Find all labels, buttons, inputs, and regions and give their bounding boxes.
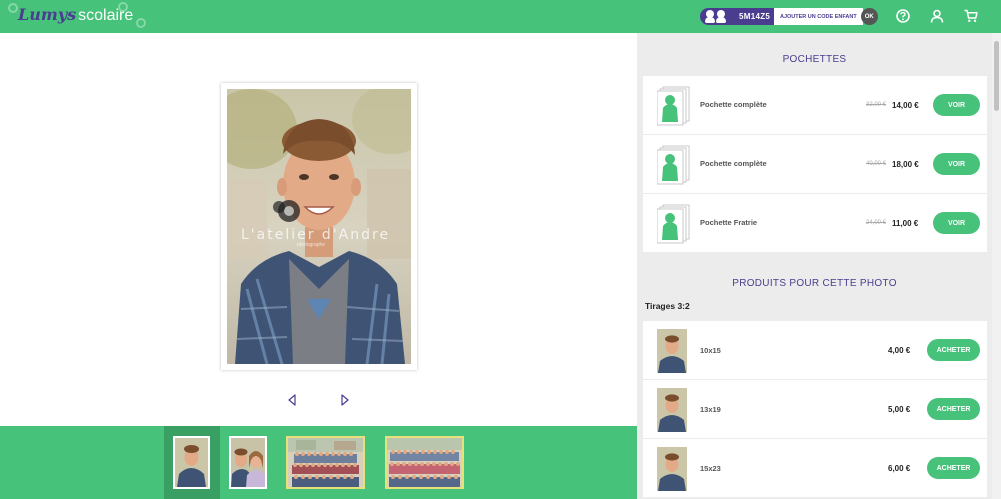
- pochette-card: Pochette Fratrie 24,00 € 11,00 € VOIR: [643, 194, 987, 252]
- pochette-label: Pochette complète: [700, 159, 767, 168]
- acheter-button[interactable]: ACHETER: [927, 339, 980, 361]
- lumys-logo[interactable]: Lumys scolaire: [18, 5, 133, 29]
- pochette-label: Pochette Fratrie: [700, 218, 758, 227]
- acheter-button[interactable]: ACHETER: [927, 457, 980, 479]
- ok-button[interactable]: OK: [860, 8, 878, 25]
- logo-sub: scolaire: [78, 7, 134, 24]
- pochette-card: Pochette complète 40,00 € 18,00 € VOIR: [643, 135, 987, 193]
- watermark-line1: L'atelier d'Andre: [241, 227, 391, 243]
- product-label: 15x23: [700, 464, 721, 473]
- price: 14,00 €: [892, 101, 919, 110]
- voir-button[interactable]: VOIR: [933, 153, 980, 175]
- product-label: 10x15: [700, 346, 721, 355]
- old-price: 32,00 €: [866, 102, 887, 108]
- product-card: 15x23 6,00 € ACHETER: [643, 439, 987, 497]
- logo-decoration: [8, 3, 18, 13]
- main-photo-frame: L'atelier d'Andre photographe: [221, 83, 417, 370]
- product-label: 13x19: [700, 405, 721, 414]
- watermark-line2: photographe: [297, 242, 326, 248]
- thumbnail-class-photo-1[interactable]: [286, 436, 365, 489]
- scrollbar-thumb[interactable]: [994, 41, 999, 111]
- children-icon: [705, 10, 729, 23]
- products-title: PRODUITS POUR CETTE PHOTO: [732, 278, 897, 289]
- price: 5,00 €: [888, 405, 911, 414]
- product-card: 10x15 4,00 € ACHETER: [643, 321, 987, 379]
- thumbnail-portrait-1[interactable]: [173, 436, 210, 489]
- product-thumbnail: [657, 388, 687, 432]
- help-icon[interactable]: [896, 9, 910, 23]
- logo-brand: Lumys: [18, 5, 77, 24]
- panel-scrollbar[interactable]: [992, 33, 1001, 499]
- child-code: 5M14Z5: [739, 12, 771, 21]
- top-header: Lumys scolaire 5M14Z5 AJOUTER UN CODE EN…: [0, 0, 1001, 33]
- price: 11,00 €: [892, 219, 919, 228]
- thumbnail-strip: [0, 426, 637, 499]
- product-thumbnail: [657, 447, 687, 491]
- old-price: 40,00 €: [866, 161, 887, 167]
- cart-icon[interactable]: [964, 9, 978, 23]
- pochettes-title: POCHETTES: [782, 54, 847, 65]
- pochette-icon: [657, 86, 690, 126]
- add-child-code-button[interactable]: AJOUTER UN CODE ENFANT: [774, 8, 863, 25]
- price: 4,00 €: [888, 346, 911, 355]
- main-photo[interactable]: L'atelier d'Andre photographe: [227, 89, 411, 364]
- thumbnail-portrait-2[interactable]: [229, 436, 267, 489]
- triangle-left-icon[interactable]: [287, 394, 297, 406]
- products-subhead: Tirages 3:2: [645, 301, 690, 311]
- voir-button[interactable]: VOIR: [933, 94, 980, 116]
- pochette-card: Pochette complète 32,00 € 14,00 € VOIR: [643, 76, 987, 134]
- logo-decoration: [136, 18, 146, 28]
- product-thumbnail: [657, 329, 687, 373]
- pochette-icon: [657, 204, 690, 244]
- triangle-right-icon[interactable]: [340, 394, 350, 406]
- acheter-button[interactable]: ACHETER: [927, 398, 980, 420]
- thumbnail-class-photo-2[interactable]: [385, 436, 464, 489]
- price: 18,00 €: [892, 160, 919, 169]
- pochette-icon: [657, 145, 690, 185]
- user-icon[interactable]: [930, 9, 944, 23]
- old-price: 24,00 €: [866, 220, 887, 226]
- product-card: 13x19 5,00 € ACHETER: [643, 380, 987, 438]
- price: 6,00 €: [888, 464, 911, 473]
- child-code-widget: 5M14Z5 AJOUTER UN CODE ENFANT OK: [700, 8, 878, 25]
- child-code-badge[interactable]: 5M14Z5: [700, 8, 774, 25]
- pochette-label: Pochette complète: [700, 100, 767, 109]
- offers-panel: POCHETTES Pochette complète 32,00 € 14,0…: [637, 33, 992, 499]
- voir-button[interactable]: VOIR: [933, 212, 980, 234]
- photo-viewer: L'atelier d'Andre photographe: [0, 33, 637, 426]
